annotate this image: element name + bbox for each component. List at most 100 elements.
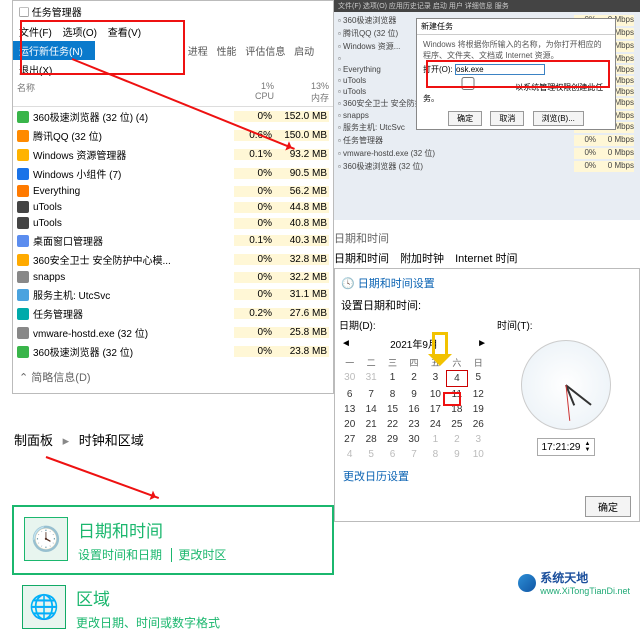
table-row[interactable]: 服务主机: UtcSvc0%31.1 MB [13, 285, 333, 304]
tab-processes[interactable]: 进程 [188, 47, 208, 58]
table-row[interactable]: 桌面窗口管理器0.1%40.3 MB [13, 231, 333, 250]
table-row[interactable]: 360极速浏览器 (32 位)0%23.8 MB [13, 342, 333, 361]
fewer-details[interactable]: ⌃ 简略信息(D) [13, 361, 333, 393]
calendar-day[interactable]: 17 [425, 402, 446, 417]
calendar-day[interactable]: 28 [360, 432, 381, 447]
task-manager-window: ▢ 任务管理器 文件(F) 选项(O) 查看(V) 运行新任务(N) 进程 性能… [12, 0, 334, 394]
calendar-day[interactable]: 29 [382, 432, 403, 447]
table-row[interactable]: ▫ vmware-hostd.exe (32 位)0%0 Mbps [336, 147, 636, 160]
calendar-day[interactable]: 5 [360, 447, 381, 462]
calendar-day[interactable]: 30 [339, 370, 360, 387]
calendar-day[interactable]: 7 [403, 447, 424, 462]
table-row[interactable]: ▫ 360极速浏览器 (32 位)0%0 Mbps [336, 160, 636, 173]
next-month[interactable]: ► [477, 338, 487, 349]
time-spinner[interactable]: ▲▼ [584, 441, 590, 453]
calendar-day[interactable]: 1 [382, 370, 403, 387]
table-row[interactable]: Windows 资源管理器0.1%93.2 MB [13, 145, 333, 164]
panel-item-title[interactable]: 区域 [76, 585, 220, 610]
calendar-day[interactable]: 13 [339, 402, 360, 417]
calendar-day[interactable]: 3 [468, 432, 489, 447]
table-row[interactable]: 360极速浏览器 (32 位) (4)0%152.0 MB [13, 107, 333, 126]
watermark: 系统天地 www.XiTongTianDi.net [518, 569, 630, 596]
clock-icon: 🕓 [24, 517, 68, 561]
calendar-day[interactable]: 27 [339, 432, 360, 447]
process-table: 360极速浏览器 (32 位) (4)0%152.0 MB腾讯QQ (32 位)… [13, 107, 333, 361]
calendar-day[interactable]: 4 [446, 370, 467, 387]
change-tz-link[interactable]: 更改时区 [171, 548, 226, 562]
datetime-panel-item[interactable]: 🕓 日期和时间 设置时间和日期 更改时区 [12, 505, 334, 575]
tab-extra-clocks[interactable]: 附加时钟 [400, 253, 444, 265]
table-row[interactable]: Everything0%56.2 MB [13, 183, 333, 199]
menu-run-new-task[interactable]: 运行新任务(N) [13, 41, 95, 60]
menu-options[interactable]: 选项(O) [63, 28, 97, 39]
time-input[interactable]: 17:21:29 ▲▼ [537, 438, 596, 456]
table-row[interactable]: snapps0%32.2 MB [13, 269, 333, 285]
calendar-day[interactable]: 10 [425, 387, 446, 402]
calendar-day[interactable]: 7 [360, 387, 381, 402]
table-row[interactable]: uTools0%44.8 MB [13, 199, 333, 215]
calendar-day[interactable]: 9 [403, 387, 424, 402]
admin-checkbox[interactable] [423, 77, 513, 90]
panel-item-title[interactable]: 日期和时间 [78, 517, 226, 542]
calendar-day[interactable]: 8 [382, 387, 403, 402]
calendar-day[interactable]: 9 [446, 447, 467, 462]
ok-button[interactable]: 确定 [448, 111, 482, 126]
browse-button[interactable]: 浏览(B)... [533, 111, 584, 126]
calendar-day[interactable]: 15 [382, 402, 403, 417]
globe-icon: 🌐 [22, 585, 66, 629]
col-name[interactable]: 名称 [17, 81, 234, 104]
menu-exit[interactable]: 退出(X) [19, 66, 52, 77]
tab-history[interactable]: 评估信息 [245, 47, 285, 58]
calendar-day[interactable]: 11 [446, 387, 467, 402]
prev-month[interactable]: ◄ [341, 338, 351, 349]
calendar-day[interactable]: 4 [339, 447, 360, 462]
menu-file[interactable]: 文件(F) [19, 28, 52, 39]
calendar-day[interactable]: 12 [468, 387, 489, 402]
tab-internet-time[interactable]: Internet 时间 [455, 253, 517, 265]
calendar-day[interactable]: 6 [382, 447, 403, 462]
calendar-day[interactable]: 26 [468, 417, 489, 432]
calendar-day[interactable]: 10 [468, 447, 489, 462]
change-calendar-link[interactable]: 更改日历设置 [339, 462, 635, 490]
calendar-day[interactable]: 6 [339, 387, 360, 402]
table-row[interactable]: 360安全卫士 安全防护中心模...0%32.8 MB [13, 250, 333, 269]
section-header: 日期和时间 [334, 226, 640, 250]
table-row[interactable]: ▫ 任务管理器0%0 Mbps [336, 134, 636, 147]
calendar-day[interactable]: 20 [339, 417, 360, 432]
app-icon [17, 149, 29, 161]
menu-bar[interactable]: 文件(F) 选项(O) 查看(V) [13, 22, 333, 41]
calendar-day[interactable]: 31 [360, 370, 381, 387]
mini-screenshot: 文件(F) 选项(O) 应用历史记录 启动 用户 详细信息 服务 ▫ 360极速… [334, 0, 640, 220]
calendar-day[interactable]: 5 [468, 370, 489, 387]
tab-datetime[interactable]: 日期和时间 [334, 253, 389, 265]
calendar-day[interactable]: 18 [446, 402, 467, 417]
calendar-day[interactable]: 25 [446, 417, 467, 432]
table-row[interactable]: 任务管理器0.2%27.6 MB [13, 304, 333, 323]
table-row[interactable]: uTools0%40.8 MB [13, 215, 333, 231]
calendar-day[interactable]: 2 [446, 432, 467, 447]
calendar-day[interactable]: 3 [425, 370, 446, 387]
cancel-button[interactable]: 取消 [490, 111, 524, 126]
set-time-link[interactable]: 设置时间和日期 [78, 548, 162, 562]
open-input[interactable] [455, 64, 545, 75]
calendar-day[interactable]: 21 [360, 417, 381, 432]
menu-view[interactable]: 查看(V) [108, 28, 141, 39]
calendar-day[interactable]: 2 [403, 370, 424, 387]
calendar-day[interactable]: 30 [403, 432, 424, 447]
table-row[interactable]: vmware-hostd.exe (32 位)0%25.8 MB [13, 323, 333, 342]
table-row[interactable]: Windows 小组件 (7)0%90.5 MB [13, 164, 333, 183]
table-row[interactable]: 腾讯QQ (32 位)0.6%150.0 MB [13, 126, 333, 145]
tab-startup[interactable]: 启动 [294, 47, 314, 58]
region-panel-item[interactable]: 🌐 区域 更改日期、时间或数字格式 [12, 575, 334, 641]
tab-performance[interactable]: 性能 [217, 47, 237, 58]
calendar-day[interactable]: 16 [403, 402, 424, 417]
calendar-day[interactable]: 1 [425, 432, 446, 447]
calendar-day[interactable]: 24 [425, 417, 446, 432]
calendar-day[interactable]: 19 [468, 402, 489, 417]
calendar-day[interactable]: 23 [403, 417, 424, 432]
ok-button[interactable]: 确定 [585, 496, 631, 517]
month-header[interactable]: 2021年9月 [390, 336, 438, 351]
calendar-day[interactable]: 14 [360, 402, 381, 417]
calendar-day[interactable]: 22 [382, 417, 403, 432]
calendar-day[interactable]: 8 [425, 447, 446, 462]
